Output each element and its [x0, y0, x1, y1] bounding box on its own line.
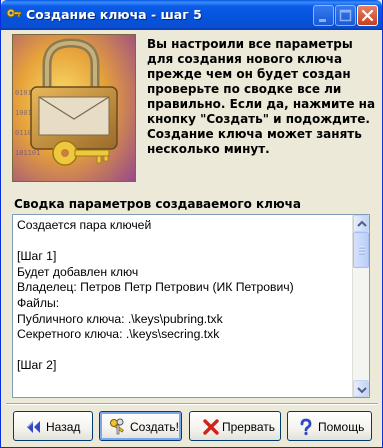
wizard-window: Создание ключа - шаг 5 0101101 1001010 0…	[0, 0, 383, 448]
summary-label: Сводка параметров создаваемого ключа	[14, 197, 301, 211]
summary-line: Владелец: Петров Петр Петрович (ИК Петро…	[17, 280, 294, 295]
summary-line: Будет добавлен ключ	[17, 264, 139, 279]
help-button[interactable]: Помощь	[287, 411, 372, 441]
scroll-down-button[interactable]	[353, 380, 369, 397]
keys-icon	[110, 418, 124, 435]
create-button[interactable]: Создать!	[99, 411, 182, 441]
vertical-scrollbar[interactable]	[352, 215, 369, 397]
close-icon	[361, 9, 374, 22]
summary-textarea[interactable]: Создается пара ключей [Шаг 1] Будет доба…	[12, 214, 370, 398]
scroll-thumb[interactable]	[353, 232, 369, 268]
window-title: Создание ключа - шаг 5	[26, 7, 202, 22]
help-button-label: Помощь	[318, 420, 365, 434]
title-bar[interactable]: Создание ключа - шаг 5	[1, 0, 382, 30]
maximize-icon	[339, 9, 352, 22]
back-button-label: Назад	[46, 420, 81, 434]
arrow-up-icon	[357, 220, 367, 227]
summary-line: Создается пара ключей	[17, 218, 152, 232]
arrow-down-icon	[357, 387, 367, 394]
summary-line	[17, 234, 353, 250]
maximize-button[interactable]	[335, 5, 356, 26]
create-button-label: Создать!	[130, 420, 179, 434]
intro-text: Вы настроили все параметры для создания …	[147, 37, 376, 156]
svg-text:101101: 101101	[15, 149, 40, 157]
minimize-icon	[319, 19, 326, 22]
summary-line: Публичного ключа: .\keys\pubring.txk	[17, 311, 223, 326]
question-mark-icon	[300, 418, 312, 436]
summary-line	[17, 374, 353, 390]
abort-button[interactable]: Прервать	[189, 411, 281, 441]
summary-line	[17, 343, 353, 359]
back-button[interactable]: Назад	[13, 411, 93, 441]
summary-line: Файлы:	[17, 295, 60, 310]
key-padlock-illustration: 01011011001010 0110101101101 10110101 11…	[12, 34, 136, 182]
key-icon	[6, 8, 22, 18]
grip-icon	[359, 246, 365, 255]
scroll-up-button[interactable]	[353, 215, 369, 232]
minimize-button[interactable]	[313, 5, 334, 26]
separator-line	[6, 403, 378, 405]
red-x-icon	[203, 419, 219, 435]
abort-button-label: Прервать	[222, 420, 276, 434]
summary-line: [Шаг 2]	[17, 358, 57, 373]
summary-lines: Создается пара ключей [Шаг 1] Будет доба…	[17, 218, 353, 390]
summary-line: [Шаг 1]	[17, 249, 57, 264]
double-left-arrow-icon	[27, 421, 40, 433]
summary-line: Секретного ключа: .\keys\secring.txk	[17, 327, 220, 342]
close-button[interactable]	[357, 5, 378, 26]
